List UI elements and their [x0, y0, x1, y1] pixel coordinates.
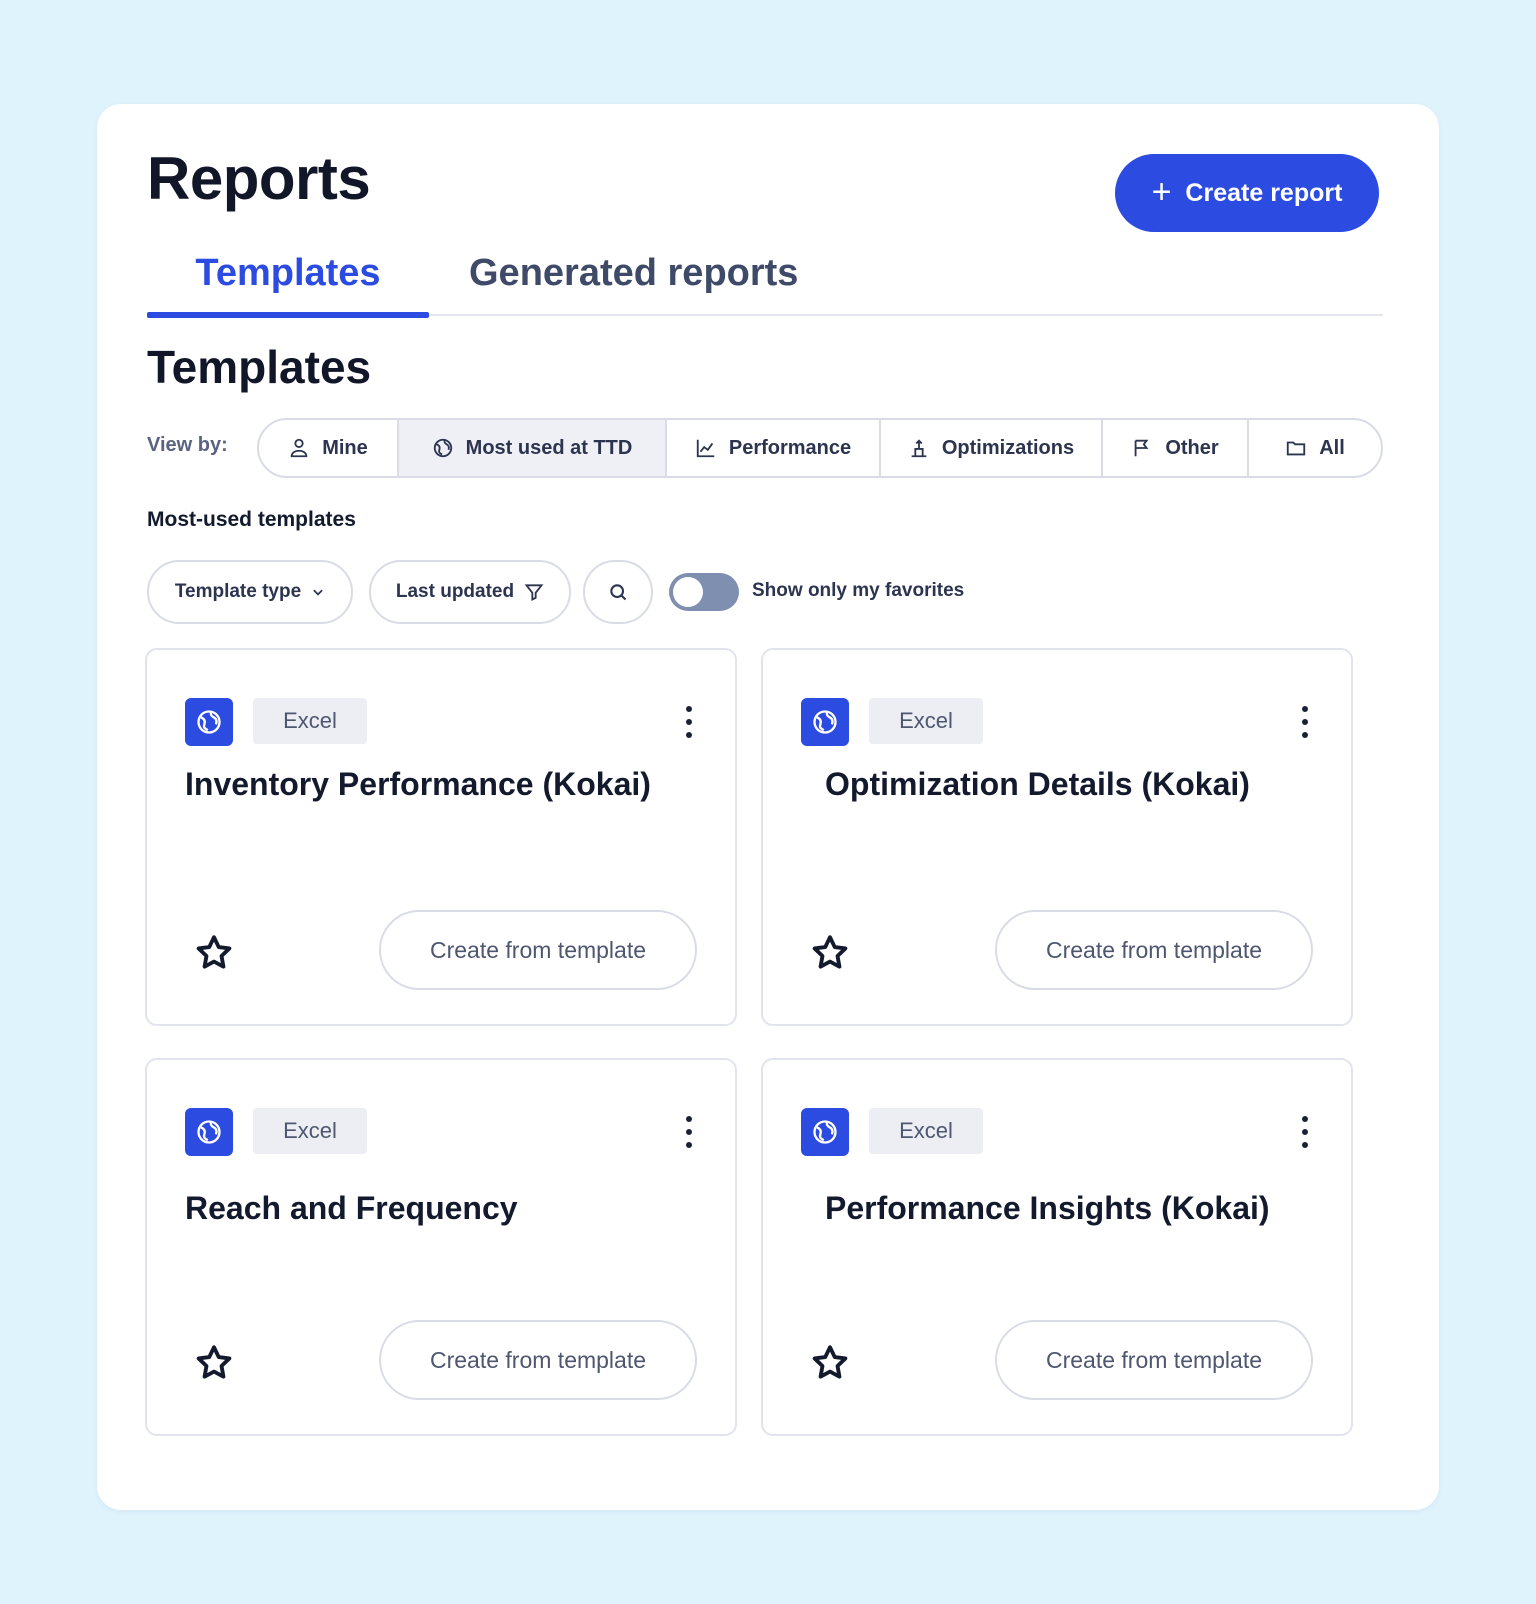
file-type-badge: Excel	[869, 1108, 983, 1154]
view-by-optimizations[interactable]: Optimizations	[881, 420, 1103, 476]
view-by-label: View by:	[147, 434, 228, 456]
star-icon[interactable]	[809, 932, 851, 974]
more-options-icon[interactable]	[1297, 1112, 1313, 1152]
app-globe-icon	[801, 1108, 849, 1156]
file-type-badge: Excel	[869, 698, 983, 744]
card-title: Performance Insights (Kokai)	[825, 1190, 1270, 1226]
app-globe-icon	[185, 1108, 233, 1156]
tab-templates[interactable]: Templates	[147, 244, 429, 318]
flag-icon	[1134, 439, 1149, 457]
create-from-template-button[interactable]: Create from template	[379, 910, 697, 990]
view-by-all-label: All	[1319, 436, 1345, 459]
optimize-icon	[911, 439, 927, 458]
search-icon	[610, 584, 627, 601]
section-title: Templates	[147, 341, 372, 393]
star-icon[interactable]	[193, 1342, 235, 1384]
create-from-template-button[interactable]: Create from template	[995, 1320, 1313, 1400]
star-icon[interactable]	[193, 932, 235, 974]
view-by-performance[interactable]: Performance	[667, 420, 881, 476]
folder-icon	[1287, 441, 1306, 456]
view-by-mine[interactable]: Mine	[259, 420, 399, 476]
create-report-label: Create report	[1185, 178, 1343, 207]
globe-icon	[433, 438, 452, 458]
template-type-filter[interactable]: Template type	[147, 560, 353, 624]
view-by-performance-label: Performance	[728, 436, 852, 459]
card-title: Reach and Frequency	[185, 1190, 518, 1226]
app-globe-icon	[801, 698, 849, 746]
tab-bar: Templates Generated reports	[147, 244, 1383, 318]
favorites-toggle-label: Show only my favorites	[752, 580, 965, 601]
plus-icon: +	[1151, 172, 1172, 211]
create-from-template-button[interactable]: Create from template	[995, 910, 1313, 990]
favorites-toggle[interactable]	[669, 573, 739, 611]
app-globe-icon	[185, 698, 233, 746]
more-options-icon[interactable]	[681, 1112, 697, 1152]
line-chart-icon	[696, 439, 715, 458]
create-from-template-button[interactable]: Create from template	[379, 1320, 697, 1400]
template-card: Excel Optimization Details (Kokai) Creat…	[761, 648, 1353, 1026]
chevron-down-icon	[313, 589, 323, 596]
more-options-icon[interactable]	[1297, 702, 1313, 742]
template-card: Excel Performance Insights (Kokai) Creat…	[761, 1058, 1353, 1436]
file-type-badge: Excel	[253, 1108, 367, 1154]
template-card: Excel Reach and Frequency Create from te…	[145, 1058, 737, 1436]
template-card: Excel Inventory Performance (Kokai) Crea…	[145, 648, 737, 1026]
most-used-heading: Most-used templates	[147, 508, 356, 531]
file-type-badge: Excel	[253, 698, 367, 744]
card-title: Inventory Performance (Kokai)	[185, 766, 651, 802]
toggle-knob	[673, 577, 703, 607]
reports-panel: Reports + Create report Templates Genera…	[97, 104, 1439, 1510]
more-options-icon[interactable]	[681, 702, 697, 742]
tab-generated-reports[interactable]: Generated reports	[469, 244, 869, 316]
template-type-label: Template type	[174, 581, 302, 602]
view-by-other-label: Other	[1165, 436, 1219, 459]
view-by-other[interactable]: Other	[1103, 420, 1249, 476]
person-icon	[290, 438, 308, 458]
view-by-segmented-control: Mine Most used at TTD Performance Optimi…	[257, 418, 1383, 478]
filter-icon	[524, 584, 544, 601]
view-by-all[interactable]: All	[1249, 420, 1381, 476]
view-by-mine-label: Mine	[322, 436, 368, 459]
view-by-most-used-label: Most used at TTD	[465, 436, 633, 459]
last-updated-label: Last updated	[395, 581, 515, 602]
view-by-most-used[interactable]: Most used at TTD	[399, 420, 667, 476]
last-updated-sort[interactable]: Last updated	[369, 560, 571, 624]
page-title: Reports	[147, 145, 371, 212]
search-button[interactable]	[583, 560, 653, 624]
star-icon[interactable]	[809, 1342, 851, 1384]
create-report-button[interactable]: + Create report	[1115, 154, 1379, 232]
view-by-optimizations-label: Optimizations	[941, 436, 1075, 459]
card-title: Optimization Details (Kokai)	[825, 766, 1250, 802]
